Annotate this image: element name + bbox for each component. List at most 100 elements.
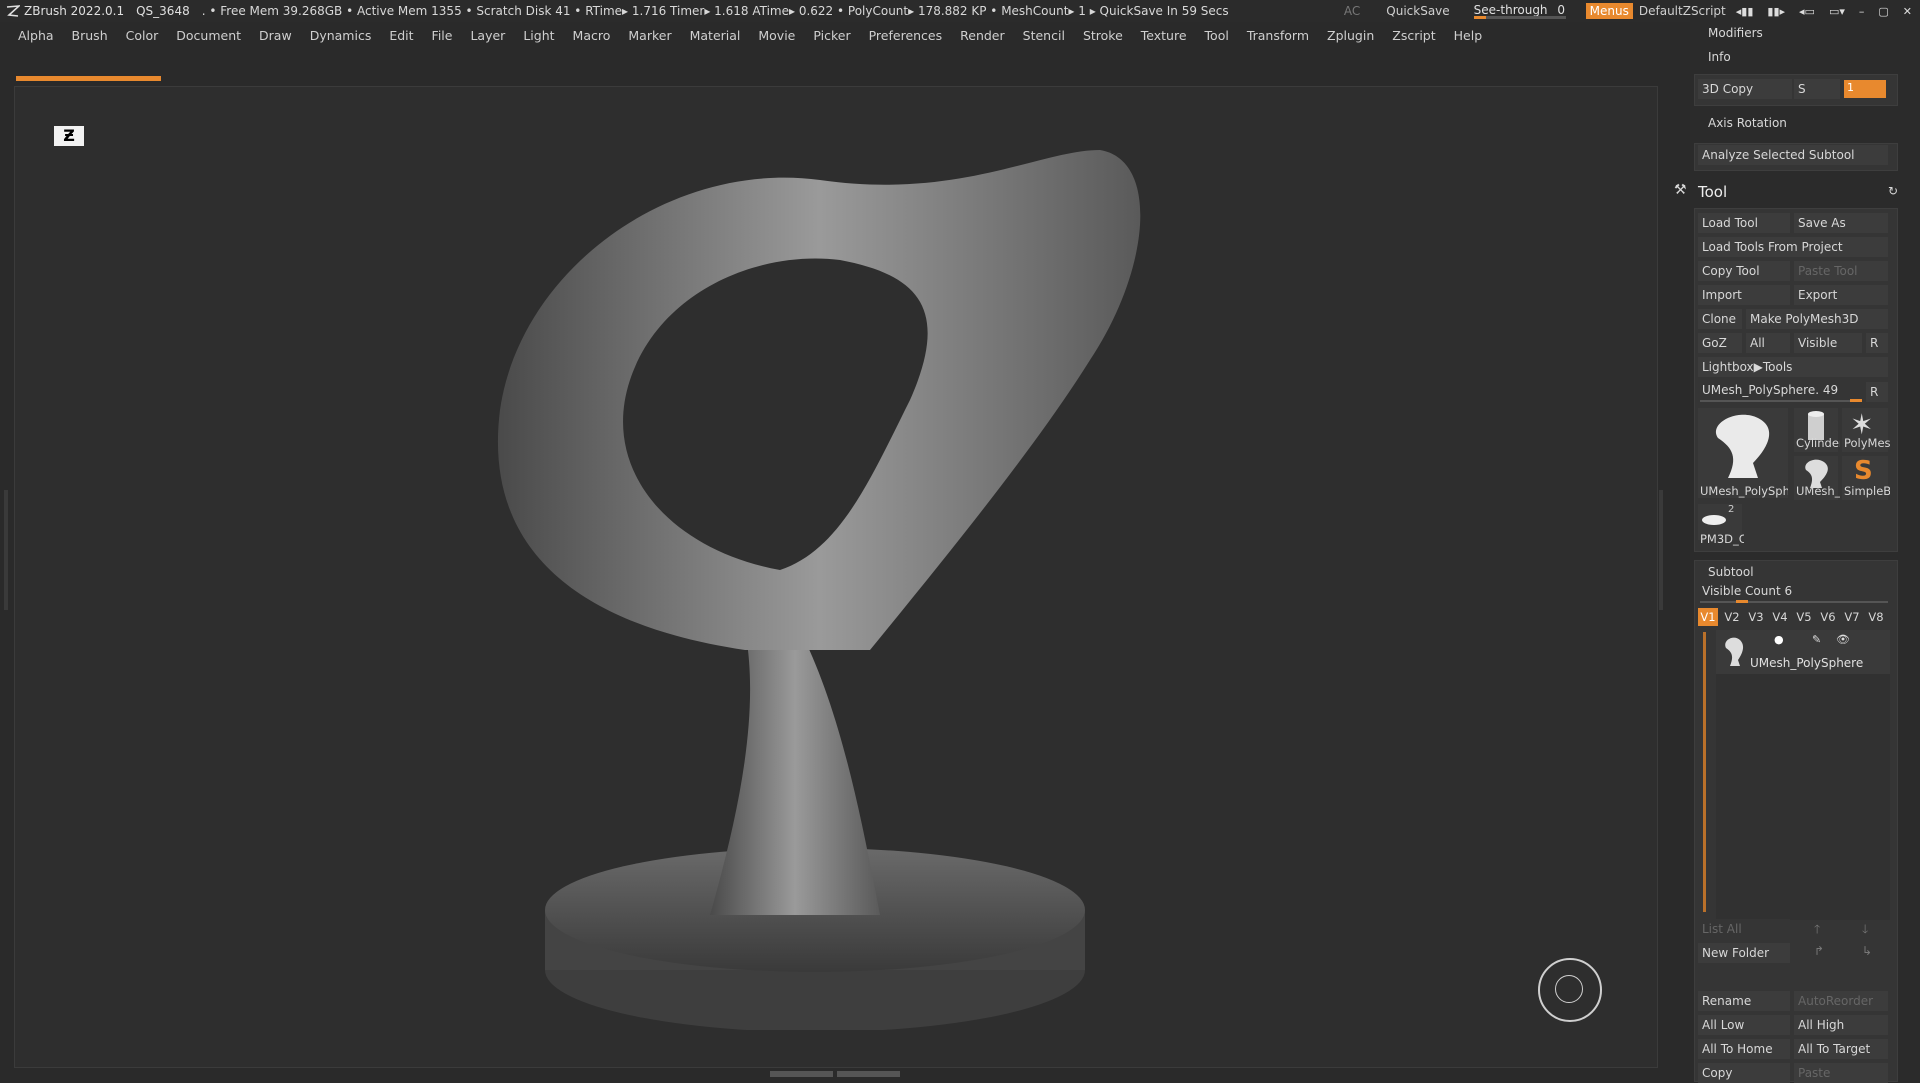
paste-subtool-button[interactable]: Paste bbox=[1794, 1063, 1888, 1083]
menu-stencil[interactable]: Stencil bbox=[1023, 28, 1065, 43]
tab-v1[interactable]: V1 bbox=[1698, 608, 1718, 626]
autoreorder-button[interactable]: AutoReorder bbox=[1794, 991, 1888, 1011]
menu-material[interactable]: Material bbox=[690, 28, 741, 43]
tab-v8[interactable]: V8 bbox=[1866, 608, 1886, 626]
menu-file[interactable]: File bbox=[432, 28, 453, 43]
subtool-row-umesh-polysphere[interactable]: 👁 ● ✎ UMesh_PolySphere bbox=[1716, 630, 1890, 674]
s-field[interactable]: S bbox=[1794, 79, 1840, 99]
status-stats: . • Free Mem 39.268GB • Active Mem 1355 … bbox=[201, 4, 1229, 18]
menu-transform[interactable]: Transform bbox=[1247, 28, 1309, 43]
axis-rotation-label[interactable]: Axis Rotation bbox=[1708, 116, 1787, 130]
load-tools-from-project-button[interactable]: Load Tools From Project bbox=[1698, 237, 1888, 257]
paste-tool-button[interactable]: Paste Tool bbox=[1794, 261, 1888, 281]
visible-count-knob[interactable] bbox=[1736, 600, 1748, 603]
modifiers-label[interactable]: Modifiers bbox=[1708, 26, 1763, 40]
arrow-up-icon[interactable]: 🡑 bbox=[1814, 920, 1820, 941]
menu-light[interactable]: Light bbox=[523, 28, 554, 43]
arrow-down-icon[interactable]: 🡓 bbox=[1862, 920, 1868, 941]
close-icon[interactable]: ✕ bbox=[1903, 5, 1912, 18]
simplebrush-icon: S bbox=[1854, 456, 1873, 486]
menus-button[interactable]: Menus bbox=[1585, 3, 1633, 19]
load-tool-button[interactable]: Load Tool bbox=[1698, 213, 1790, 233]
left-tray-handle[interactable] bbox=[4, 490, 8, 610]
lightbox-tools-button[interactable]: Lightbox▶Tools bbox=[1698, 357, 1888, 377]
goz-visible-button[interactable]: Visible bbox=[1794, 333, 1862, 353]
all-low-button[interactable]: All Low bbox=[1698, 1015, 1790, 1035]
subtool-scrollbar[interactable] bbox=[1703, 632, 1706, 912]
current-tool-slider-knob[interactable] bbox=[1850, 399, 1862, 402]
menu-movie[interactable]: Movie bbox=[758, 28, 795, 43]
tab-v6[interactable]: V6 bbox=[1818, 608, 1838, 626]
bottom-tray-handle[interactable] bbox=[770, 1071, 900, 1077]
copy3d-value-field[interactable]: 1 bbox=[1844, 80, 1886, 98]
subtool-title[interactable]: Subtool bbox=[1708, 565, 1754, 579]
tab-v2[interactable]: V2 bbox=[1722, 608, 1742, 626]
sculpture-model[interactable] bbox=[440, 110, 1220, 1030]
menu-help[interactable]: Help bbox=[1454, 28, 1483, 43]
copy-subtool-button[interactable]: Copy bbox=[1698, 1063, 1790, 1083]
menu-marker[interactable]: Marker bbox=[628, 28, 671, 43]
menu-texture[interactable]: Texture bbox=[1141, 28, 1187, 43]
export-button[interactable]: Export bbox=[1794, 285, 1888, 305]
copy-tool-button[interactable]: Copy Tool bbox=[1698, 261, 1790, 281]
quicksave-button[interactable]: QuickSave bbox=[1386, 4, 1449, 18]
analyze-subtool-button[interactable]: Analyze Selected Subtool bbox=[1698, 145, 1888, 165]
tool-title[interactable]: Tool bbox=[1698, 183, 1727, 201]
menu-color[interactable]: Color bbox=[126, 28, 159, 43]
view-gyro-icon[interactable] bbox=[1538, 958, 1602, 1022]
menu-layer[interactable]: Layer bbox=[470, 28, 505, 43]
see-through-slider[interactable]: See-through 0 bbox=[1473, 3, 1566, 19]
tab-v4[interactable]: V4 bbox=[1770, 608, 1790, 626]
current-tool-r-button[interactable]: R bbox=[1866, 382, 1888, 402]
layout-alt-icon[interactable]: ▮▮▸ bbox=[1767, 5, 1785, 18]
default-zscript-button[interactable]: DefaultZScript bbox=[1639, 4, 1726, 18]
goz-r-button[interactable]: R bbox=[1866, 333, 1888, 353]
move-up-icon[interactable]: ↱ bbox=[1814, 944, 1824, 958]
make-polymesh3d-button[interactable]: Make PolyMesh3D bbox=[1746, 309, 1888, 329]
menu-draw[interactable]: Draw bbox=[259, 28, 292, 43]
list-all-button[interactable]: List All bbox=[1698, 919, 1790, 939]
clone-button[interactable]: Clone bbox=[1698, 309, 1742, 329]
move-down-icon[interactable]: ↳ bbox=[1862, 944, 1872, 958]
rename-button[interactable]: Rename bbox=[1698, 991, 1790, 1011]
visibility-eye-icon[interactable]: 👁 bbox=[1836, 633, 1850, 646]
polypaint-toggle-icon[interactable]: ● bbox=[1774, 633, 1784, 646]
tab-v7[interactable]: V7 bbox=[1842, 608, 1862, 626]
menu-render[interactable]: Render bbox=[960, 28, 1005, 43]
menu-brush[interactable]: Brush bbox=[72, 28, 108, 43]
menu-zscript[interactable]: Zscript bbox=[1392, 28, 1435, 43]
new-folder-button[interactable]: New Folder bbox=[1698, 943, 1790, 963]
goz-all-button[interactable]: All bbox=[1746, 333, 1790, 353]
menu-tool[interactable]: Tool bbox=[1205, 28, 1229, 43]
visible-count-slider[interactable]: Visible Count 6 bbox=[1702, 584, 1792, 598]
minimize-icon[interactable]: – bbox=[1859, 5, 1865, 18]
menu-alpha[interactable]: Alpha bbox=[18, 28, 54, 43]
menu-document[interactable]: Document bbox=[176, 28, 241, 43]
copy3d-button[interactable]: 3D Copy bbox=[1698, 79, 1792, 99]
menu-dynamics[interactable]: Dynamics bbox=[310, 28, 372, 43]
layout-icon[interactable]: ◂▮▮ bbox=[1736, 5, 1754, 18]
info-label[interactable]: Info bbox=[1708, 50, 1731, 64]
all-to-target-button[interactable]: All To Target bbox=[1794, 1039, 1888, 1059]
menu-preferences[interactable]: Preferences bbox=[869, 28, 943, 43]
menu-edit[interactable]: Edit bbox=[389, 28, 413, 43]
menu-picker[interactable]: Picker bbox=[813, 28, 850, 43]
right-tray-handle[interactable] bbox=[1659, 490, 1663, 610]
save-as-button[interactable]: Save As bbox=[1794, 213, 1888, 233]
menu-zplugin[interactable]: Zplugin bbox=[1327, 28, 1374, 43]
tab-v5[interactable]: V5 bbox=[1794, 608, 1814, 626]
goz-button[interactable]: GoZ bbox=[1698, 333, 1742, 353]
maximize-icon[interactable]: ▢ bbox=[1878, 5, 1888, 18]
tab-v3[interactable]: V3 bbox=[1746, 608, 1766, 626]
import-button[interactable]: Import bbox=[1698, 285, 1790, 305]
tile-icon[interactable]: ▭▾ bbox=[1829, 5, 1845, 18]
current-tool-slider[interactable]: UMesh_PolySphere. 49 bbox=[1702, 383, 1838, 397]
all-to-home-button[interactable]: All To Home bbox=[1698, 1039, 1790, 1059]
menu-macro[interactable]: Macro bbox=[573, 28, 611, 43]
brush-icon[interactable]: ✎ bbox=[1812, 633, 1821, 646]
refresh-icon[interactable]: ↻ bbox=[1888, 184, 1898, 198]
all-high-button[interactable]: All High bbox=[1794, 1015, 1888, 1035]
restore-icon[interactable]: ◂▭ bbox=[1799, 5, 1815, 18]
menu-stroke[interactable]: Stroke bbox=[1083, 28, 1123, 43]
ac-toggle[interactable]: AC bbox=[1344, 4, 1360, 18]
